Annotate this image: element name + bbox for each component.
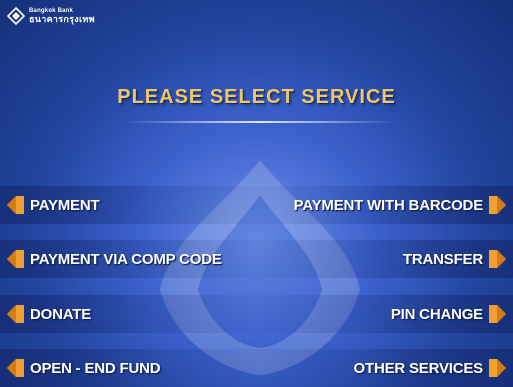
payment-with-barcode-button[interactable]: PAYMENT WITH BARCODE (294, 186, 507, 224)
transfer-label: TRANSFER (402, 250, 483, 268)
arrow-left-icon (7, 305, 24, 323)
other-services-button[interactable]: OTHER SERVICES (354, 349, 507, 387)
arrow-right-icon (489, 196, 506, 214)
option-row-3: DONATE PIN CHANGE (0, 295, 513, 333)
other-services-label: OTHER SERVICES (353, 359, 484, 377)
donate-label: DONATE (30, 305, 92, 323)
payment-label: PAYMENT (30, 196, 100, 214)
option-row-4: OPEN - END FUND OTHER SERVICES (0, 349, 513, 387)
atm-screen: Bangkok Bank ธนาคารกรุงเทพ PLEASE SELECT… (0, 0, 513, 387)
payment-via-comp-code-label: PAYMENT VIA COMP CODE (30, 250, 222, 268)
pin-change-label: PIN CHANGE (390, 305, 483, 323)
open-end-fund-button[interactable]: OPEN - END FUND (6, 349, 161, 387)
transfer-button[interactable]: TRANSFER (403, 240, 507, 278)
arrow-right-icon (489, 305, 506, 323)
donate-button[interactable]: DONATE (6, 295, 91, 333)
title-divider (125, 121, 395, 123)
arrow-left-icon (7, 196, 24, 214)
arrow-left-icon (7, 250, 24, 268)
option-row-2: PAYMENT VIA COMP CODE TRANSFER (0, 240, 513, 278)
page-title: PLEASE SELECT SERVICE (117, 86, 396, 108)
option-row-1: PAYMENT PAYMENT WITH BARCODE (0, 186, 513, 224)
payment-with-barcode-label: PAYMENT WITH BARCODE (293, 196, 484, 214)
open-end-fund-label: OPEN - END FUND (30, 359, 161, 377)
bank-name-thai: ธนาคารกรุงเทพ (29, 14, 95, 24)
arrow-left-icon (7, 359, 24, 377)
arrow-right-icon (489, 250, 506, 268)
pin-change-button[interactable]: PIN CHANGE (391, 295, 507, 333)
payment-via-comp-code-button[interactable]: PAYMENT VIA COMP CODE (6, 240, 222, 278)
bank-logo-icon (7, 7, 25, 25)
bank-logo: Bangkok Bank ธนาคารกรุงเทพ (7, 6, 95, 26)
arrow-right-icon (489, 359, 506, 377)
payment-button[interactable]: PAYMENT (6, 186, 100, 224)
